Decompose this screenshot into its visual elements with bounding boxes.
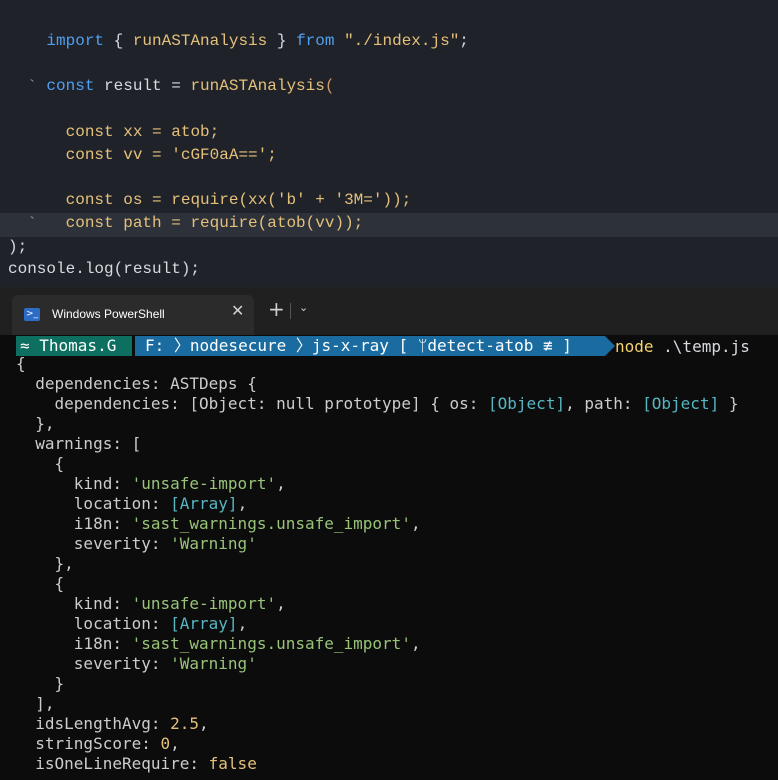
terminal-output-line: severity: 'Warning' bbox=[16, 534, 257, 553]
new-tab-button[interactable]: + bbox=[268, 297, 285, 321]
code-line-5[interactable]: const xx = atob; bbox=[8, 99, 220, 141]
code-line-4[interactable]: ` bbox=[8, 76, 37, 98]
terminal-output-line: i18n: 'sast_warnings.unsafe_import', bbox=[16, 634, 421, 653]
terminal-output-line: isOneLineRequire: false bbox=[16, 754, 257, 773]
prompt-command: node .\temp.js bbox=[615, 337, 750, 356]
code-line-11[interactable]: ); bbox=[8, 236, 27, 258]
terminal-output-line: location: [Array], bbox=[16, 494, 248, 513]
tab-windows-powershell[interactable]: >_ Windows PowerShell ✕ bbox=[12, 295, 254, 335]
terminal-output-line: { bbox=[16, 354, 26, 373]
tab-title: Windows PowerShell bbox=[52, 307, 165, 321]
powershell-icon: >_ bbox=[24, 308, 40, 321]
code-line-9[interactable]: const path = require(atob(vv)); bbox=[8, 190, 364, 232]
code-line-10[interactable]: ` bbox=[8, 213, 37, 235]
prompt-user-segment: ≈ Thomas.G bbox=[16, 336, 132, 356]
string-literal: "./index.js" bbox=[344, 32, 460, 50]
terminal-output-line: }, bbox=[16, 414, 55, 433]
terminal-tab-bar: >_ Windows PowerShell ✕ + ⌄ bbox=[0, 287, 778, 335]
code-line-6[interactable]: const vv = 'cGF0aA=='; bbox=[8, 122, 277, 164]
terminal-output-line: warnings: [ bbox=[16, 434, 142, 453]
close-icon[interactable]: ✕ bbox=[231, 301, 244, 320]
terminal-output-line: i18n: 'sast_warnings.unsafe_import', bbox=[16, 514, 421, 533]
terminal-output-line: ], bbox=[16, 694, 55, 713]
terminal-output-line: kind: 'unsafe-import', bbox=[16, 594, 286, 613]
code-line-1[interactable]: import { runASTAnalysis } from "./index.… bbox=[8, 8, 469, 50]
code-line-12[interactable]: console.log(result); bbox=[8, 258, 200, 280]
terminal-output-line: } bbox=[16, 674, 65, 693]
terminal-output-line: { bbox=[16, 454, 65, 473]
terminal-output-line: }, bbox=[16, 554, 74, 573]
prompt-path-segment: F: 〉nodesecure 〉js-x-ray [ ᛘdetect-atob … bbox=[135, 336, 615, 356]
terminal-output-line: stringScore: 0, bbox=[16, 734, 180, 753]
code-line-8[interactable]: const os = require(xx('b' + '3M=')); bbox=[8, 167, 412, 209]
terminal-output-line: kind: 'unsafe-import', bbox=[16, 474, 286, 493]
function-name: runASTAnalysis bbox=[132, 32, 268, 50]
chevron-down-icon[interactable]: ⌄ bbox=[299, 301, 308, 314]
terminal-output-line: dependencies: ASTDeps { bbox=[16, 374, 257, 393]
terminal-output-line: location: [Array], bbox=[16, 614, 248, 633]
terminal-panel[interactable]: >_ Windows PowerShell ✕ + ⌄ ≈ Thomas.G F… bbox=[0, 287, 778, 780]
terminal-output-line: { bbox=[16, 574, 65, 593]
tab-separator bbox=[290, 303, 291, 319]
terminal-output-line: idsLengthAvg: 2.5, bbox=[16, 714, 209, 733]
keyword: import bbox=[46, 32, 105, 50]
code-line-3[interactable]: const result = runASTAnalysis( bbox=[8, 53, 334, 95]
shell-prompt: ≈ Thomas.G F: 〉nodesecure 〉js-x-ray [ ᛘd… bbox=[16, 336, 776, 358]
code-editor[interactable]: import { runASTAnalysis } from "./index.… bbox=[0, 0, 778, 287]
terminal-output-line: dependencies: [Object: null prototype] {… bbox=[16, 394, 739, 413]
terminal-output-line: severity: 'Warning' bbox=[16, 654, 257, 673]
